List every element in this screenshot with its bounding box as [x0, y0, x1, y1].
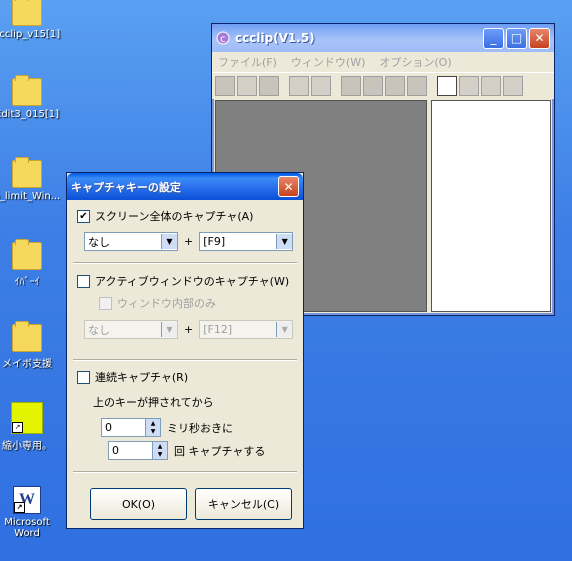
continuous-checkbox[interactable] [77, 370, 90, 384]
tool-button[interactable] [437, 76, 457, 96]
chevron-down-icon: ▼ [161, 234, 177, 249]
desktop-icon-shukusho[interactable]: ↗ 縮小専用。 [0, 402, 62, 452]
active-window-checkbox[interactable] [77, 274, 90, 288]
tool-button[interactable] [311, 76, 331, 96]
tool-button[interactable] [459, 76, 479, 96]
screen-modifier-select[interactable]: なし ▼ [84, 232, 178, 251]
active-modifier-select[interactable]: なし ▼ [84, 320, 178, 339]
separator [73, 359, 297, 361]
dialog-titlebar[interactable]: キャプチャキーの設定 ✕ [67, 173, 303, 200]
folder-icon [12, 239, 42, 270]
chevron-down-icon[interactable]: ▼ [145, 427, 160, 436]
dialog-close-button[interactable]: ✕ [278, 176, 299, 197]
screen-capture-label[interactable]: スクリーン全体のキャプチャ(A) [95, 208, 253, 224]
continuous-row: 連続キャプチャ(R) [77, 369, 188, 385]
ok-button[interactable]: OK(O) [90, 488, 187, 520]
inner-only-label: ウィンドウ内部のみ [117, 297, 216, 310]
desktop-icon-label: ccclip_v15[1] [0, 29, 61, 40]
desktop-icon-ibai[interactable]: ｲﾊﾞｰｲ [0, 239, 62, 288]
desktop-icon-label: 縮小専用。 [2, 441, 52, 452]
menu-bar: ファイル(F) ウィンドウ(W) オプション(O) [212, 52, 554, 72]
desktop-icon-nolimit[interactable]: o_limit_Win... [0, 157, 62, 202]
menu-file[interactable]: ファイル(F) [218, 54, 277, 70]
count-stepper[interactable]: 0 ▲ ▼ [108, 441, 168, 460]
dialog-title: キャプチャキーの設定 [71, 180, 181, 194]
active-window-row: アクティブウィンドウのキャプチャ(W) [77, 273, 289, 289]
desktop-icon-ccclip[interactable]: ccclip_v15[1] [0, 0, 62, 40]
plus-label: + [184, 235, 194, 248]
select-value: なし [88, 323, 110, 337]
desktop-icon-label: ｲﾊﾞｰｲ [14, 277, 40, 288]
tool-button[interactable] [385, 76, 405, 96]
chevron-up-icon[interactable]: ▲ [145, 419, 160, 428]
tool-button[interactable] [215, 76, 235, 96]
tool-button[interactable] [407, 76, 427, 96]
inner-only-row: ウィンドウ内部のみ [99, 295, 216, 311]
chevron-down-icon: ▼ [276, 234, 293, 249]
folder-icon [12, 321, 42, 352]
window-title: ccclip(V1.5) [235, 31, 315, 45]
folder-icon [12, 157, 42, 188]
window-titlebar[interactable]: c ccclip(V1.5) _ □ ✕ [212, 24, 554, 52]
desktop-icon-label: Microsoft Word [4, 517, 50, 539]
tool-button[interactable] [481, 76, 501, 96]
list-pane[interactable] [431, 100, 551, 312]
desktop-icon-label: o_limit_Win... [0, 191, 61, 202]
active-key-select[interactable]: [F12] ▼ [199, 320, 294, 339]
count-row: 0 ▲ ▼ 回 キャプチャする [108, 441, 265, 460]
desktop-icon-meibo[interactable]: メイボ支援 [0, 321, 62, 370]
menu-option[interactable]: オプション(O) [379, 54, 451, 70]
plus-label: + [184, 323, 194, 336]
chevron-down-icon[interactable]: ▼ [152, 450, 167, 459]
inner-only-checkbox[interactable] [99, 296, 112, 310]
screen-capture-key-row: なし ▼ + [F9] ▼ [84, 232, 294, 251]
interval-stepper[interactable]: 0 ▲ ▼ [101, 418, 161, 437]
folder-icon [12, 75, 42, 106]
desktop-icon-word[interactable]: W ↗ Microsoft Word [0, 486, 62, 539]
active-window-label[interactable]: アクティブウィンドウのキャプチャ(W) [95, 273, 289, 289]
continuous-desc: 上のキーが押されてから [93, 396, 214, 409]
select-value: [F9] [203, 235, 226, 248]
minimize-button[interactable]: _ [483, 27, 504, 49]
clip-icon: c [216, 31, 230, 45]
count-unit: 回 キャプチャする [174, 444, 266, 458]
interval-row: 0 ▲ ▼ ミリ秒おきに [101, 418, 233, 437]
active-window-key-row: なし ▼ + [F12] ▼ [84, 320, 294, 339]
desktop-icon-label: メイボ支援 [2, 359, 52, 370]
word-icon: W ↗ [13, 486, 41, 514]
stepper-value: 0 [112, 444, 119, 457]
shortcut-arrow-icon: ↗ [12, 422, 23, 433]
desktop-icon-edit3[interactable]: Edit3_015[1] [0, 75, 62, 120]
screen-capture-row: ✔ スクリーン全体のキャプチャ(A) [77, 208, 253, 224]
separator [73, 262, 297, 264]
screen-capture-checkbox[interactable]: ✔ [77, 209, 90, 223]
maximize-button[interactable]: □ [506, 27, 527, 49]
svg-text:c: c [220, 34, 226, 45]
tool-button[interactable] [363, 76, 383, 96]
cancel-button[interactable]: キャンセル(C) [195, 488, 292, 520]
chevron-down-icon: ▼ [276, 322, 293, 337]
tool-button[interactable] [259, 76, 279, 96]
toolbar [212, 72, 554, 99]
app-icon: ↗ [11, 402, 43, 434]
screen-key-select[interactable]: [F9] ▼ [199, 232, 294, 251]
capture-key-dialog: キャプチャキーの設定 ✕ ✔ スクリーン全体のキャプチャ(A) なし ▼ + [… [66, 172, 304, 529]
chevron-up-icon[interactable]: ▲ [152, 442, 167, 451]
separator [73, 471, 297, 473]
menu-window[interactable]: ウィンドウ(W) [291, 54, 365, 70]
chevron-down-icon: ▼ [161, 322, 177, 337]
desktop-icon-label: Edit3_015[1] [0, 109, 59, 120]
info-icon[interactable] [503, 76, 523, 96]
select-value: なし [88, 235, 110, 249]
close-button[interactable]: ✕ [529, 27, 550, 49]
interval-unit: ミリ秒おきに [167, 421, 233, 435]
tool-button[interactable] [289, 76, 309, 96]
folder-icon [12, 0, 42, 26]
shortcut-arrow-icon: ↗ [14, 502, 25, 513]
tool-button[interactable] [237, 76, 257, 96]
stepper-value: 0 [105, 421, 112, 434]
select-value: [F12] [203, 323, 233, 336]
tool-button[interactable] [341, 76, 361, 96]
continuous-label[interactable]: 連続キャプチャ(R) [95, 369, 188, 385]
